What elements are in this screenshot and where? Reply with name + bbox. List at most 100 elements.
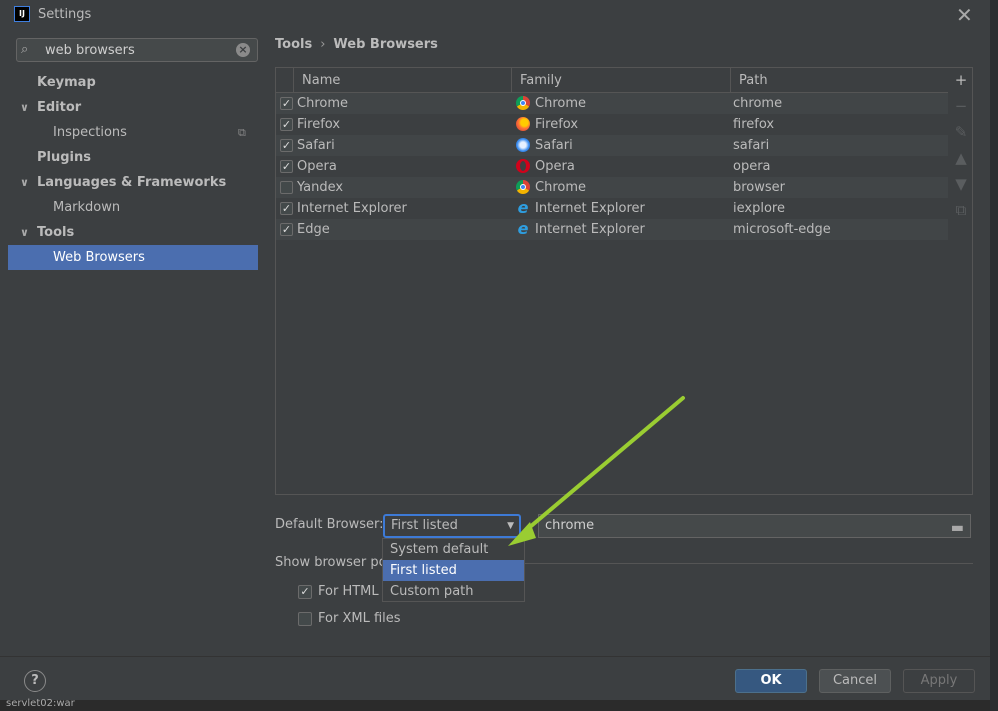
tree-item-keymap[interactable]: Keymap <box>8 70 258 95</box>
browser-path-cell[interactable]: firefox <box>733 114 774 135</box>
intellij-logo-icon: IJ <box>14 6 30 22</box>
tree-item-tools[interactable]: ∨ Tools <box>8 220 258 245</box>
xml-files-label: For XML files <box>318 611 401 626</box>
search-field[interactable]: ⌕ × <box>16 38 258 62</box>
row-enabled-checkbox[interactable]: ✓ <box>280 118 293 131</box>
search-input[interactable] <box>45 41 225 59</box>
table-row[interactable]: ✓ Firefox Firefox firefox <box>276 114 948 135</box>
chevron-down-icon[interactable]: ∨ <box>20 95 29 120</box>
background-taskbar: servlet02:war <box>0 698 990 711</box>
browser-path-cell[interactable]: microsoft-edge <box>733 219 831 240</box>
browser-name-cell[interactable]: Opera <box>297 156 337 177</box>
row-enabled-checkbox[interactable]: ✓ <box>280 160 293 173</box>
tree-item-label: Plugins <box>37 150 91 165</box>
folder-icon[interactable]: ▬ <box>951 517 964 539</box>
section-divider <box>523 563 973 564</box>
ie-icon: e <box>517 198 529 217</box>
table-row[interactable]: ✓ Edge e Internet Explorer microsoft-edge <box>276 219 948 240</box>
browser-name-cell[interactable]: Firefox <box>297 114 340 135</box>
settings-content: Tools › Web Browsers Name Family Path ✓ Chr… <box>258 30 990 656</box>
dropdown-option-first-listed[interactable]: First listed <box>383 560 524 581</box>
browser-family-cell[interactable]: Chrome <box>535 177 586 198</box>
settings-tree: Keymap ∨ Editor Inspections ⧉ Plugins ∨ … <box>8 70 258 270</box>
default-browser-value: First listed <box>391 518 458 533</box>
table-row[interactable]: ✓ Chrome Chrome chrome <box>276 93 948 114</box>
column-header-family[interactable]: Family <box>511 68 730 93</box>
ok-button[interactable]: OK <box>735 669 807 693</box>
browser-family-cell[interactable]: Firefox <box>535 114 578 135</box>
row-enabled-checkbox[interactable]: ✓ <box>280 223 293 236</box>
browser-path-cell[interactable]: chrome <box>733 93 782 114</box>
opera-icon <box>516 159 530 173</box>
chrome-icon <box>516 180 530 194</box>
row-enabled-checkbox[interactable]: ✓ <box>280 202 293 215</box>
tree-item-label: Markdown <box>53 200 121 215</box>
browser-path-value: chrome <box>545 518 595 533</box>
tree-item-label: Editor <box>37 100 82 115</box>
breadcrumb: Tools › Web Browsers <box>275 37 438 52</box>
default-browser-select[interactable]: First listed ▼ <box>383 514 521 538</box>
chevron-down-icon[interactable]: ∨ <box>20 170 29 195</box>
default-browser-label: Default Browser: <box>275 517 384 532</box>
firefox-icon <box>516 117 530 131</box>
row-enabled-checkbox[interactable]: ✓ <box>280 97 293 110</box>
close-icon[interactable]: ✕ <box>956 3 973 27</box>
settings-dialog: IJ Settings ✕ ⌕ × Keymap ∨ Editor Inspec… <box>0 0 990 711</box>
xml-files-checkbox[interactable] <box>298 612 312 626</box>
chevron-down-icon[interactable]: ∨ <box>20 220 29 245</box>
help-icon[interactable]: ? <box>24 670 46 692</box>
tree-item-markdown[interactable]: Markdown <box>8 195 258 220</box>
window-title: Settings <box>38 7 92 22</box>
column-header-name[interactable]: Name <box>293 68 511 93</box>
add-icon[interactable]: + <box>950 67 972 93</box>
move-down-icon[interactable]: ▼ <box>950 171 972 197</box>
browser-name-cell[interactable]: Internet Explorer <box>297 198 407 219</box>
tree-item-plugins[interactable]: Plugins <box>8 145 258 170</box>
browser-family-cell[interactable]: Chrome <box>535 93 586 114</box>
settings-sidebar: ⌕ × Keymap ∨ Editor Inspections ⧉ Plugin… <box>8 30 258 656</box>
html-files-checkbox[interactable]: ✓ <box>298 585 312 599</box>
show-browser-popup-label: Show browser pop <box>275 555 395 570</box>
remove-icon[interactable]: − <box>950 93 972 119</box>
browser-path-cell[interactable]: iexplore <box>733 198 785 219</box>
tree-item-inspections[interactable]: Inspections ⧉ <box>8 120 258 145</box>
browser-family-cell[interactable]: Internet Explorer <box>535 198 645 219</box>
apply-button[interactable]: Apply <box>903 669 975 693</box>
tree-item-label: Web Browsers <box>53 250 145 265</box>
breadcrumb-parent[interactable]: Tools <box>275 37 312 52</box>
browser-name-cell[interactable]: Edge <box>297 219 330 240</box>
browser-family-cell[interactable]: Internet Explorer <box>535 219 645 240</box>
clear-search-icon[interactable]: × <box>236 43 250 57</box>
dropdown-option-system-default[interactable]: System default <box>383 539 524 560</box>
table-row[interactable]: Yandex Chrome browser <box>276 177 948 198</box>
tree-item-web-browsers[interactable]: Web Browsers <box>8 245 258 270</box>
browser-name-cell[interactable]: Yandex <box>297 177 343 198</box>
search-icon: ⌕ <box>21 42 29 57</box>
browser-path-cell[interactable]: safari <box>733 135 769 156</box>
browser-path-cell[interactable]: browser <box>733 177 785 198</box>
tree-item-languages-frameworks[interactable]: ∨ Languages & Frameworks <box>8 170 258 195</box>
browser-path-field[interactable]: chrome ▬ <box>538 514 971 538</box>
table-row[interactable]: ✓ Opera Opera opera <box>276 156 948 177</box>
browser-path-cell[interactable]: opera <box>733 156 771 177</box>
dropdown-option-custom-path[interactable]: Custom path <box>383 581 524 602</box>
copy-icon[interactable]: ⧉ <box>950 197 972 223</box>
table-row[interactable]: ✓ Safari Safari safari <box>276 135 948 156</box>
browser-family-cell[interactable]: Opera <box>535 156 575 177</box>
row-enabled-checkbox[interactable] <box>280 181 293 194</box>
browser-name-cell[interactable]: Chrome <box>297 93 348 114</box>
move-up-icon[interactable]: ▲ <box>950 145 972 171</box>
edit-icon[interactable]: ✎ <box>950 119 972 145</box>
tree-item-label: Keymap <box>37 75 96 90</box>
tree-item-label: Inspections <box>53 125 127 140</box>
row-enabled-checkbox[interactable]: ✓ <box>280 139 293 152</box>
cancel-button[interactable]: Cancel <box>819 669 891 693</box>
column-header-path[interactable]: Path <box>730 68 948 93</box>
default-browser-dropdown: System default First listed Custom path <box>382 538 525 602</box>
browser-name-cell[interactable]: Safari <box>297 135 335 156</box>
breadcrumb-separator: › <box>320 37 326 52</box>
browser-family-cell[interactable]: Safari <box>535 135 573 156</box>
tree-item-label: Languages & Frameworks <box>37 175 227 190</box>
table-row[interactable]: ✓ Internet Explorer e Internet Explorer iexp… <box>276 198 948 219</box>
tree-item-editor[interactable]: ∨ Editor <box>8 95 258 120</box>
